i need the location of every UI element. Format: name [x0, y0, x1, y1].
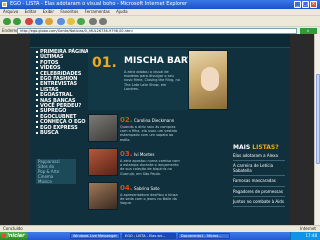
feature-text: A atriz adotou o visual de modelos para …: [124, 70, 180, 91]
window-titlebar[interactable]: EGO - LISTA - Elas adotaram o visual boh…: [0, 0, 320, 9]
stop-icon[interactable]: [25, 18, 33, 25]
maximize-button[interactable]: □: [302, 1, 309, 8]
item-name[interactable]: Sabrina Sato: [134, 186, 160, 191]
status-text: Concluído: [3, 226, 23, 231]
list-item[interactable]: 02. Carolina Dieckmann Quando a atriz sa…: [88, 114, 228, 144]
more-lists-sidebar: MAIS LISTAS? Elas adotaram a Alexa A car…: [233, 144, 285, 208]
search-icon[interactable]: [57, 18, 65, 25]
nav-item-busca[interactable]: BUSCA: [36, 130, 84, 136]
sidebar-title-highlight: LISTAS?: [252, 144, 279, 151]
feature-photo[interactable]: [188, 50, 228, 110]
feature-number: 01.: [92, 55, 117, 71]
item-photo[interactable]: [88, 182, 118, 210]
item-photo[interactable]: [88, 114, 118, 142]
status-bar: Concluído Internet: [0, 225, 320, 232]
face-shape: [201, 67, 219, 91]
scrollbar-thumb[interactable]: [316, 74, 320, 164]
menu-tools[interactable]: Ferramentas: [85, 9, 110, 14]
minimize-button[interactable]: _: [294, 1, 301, 8]
item-number: 04.: [120, 184, 133, 192]
vertical-scrollbar[interactable]: [314, 34, 320, 225]
close-button[interactable]: ×: [310, 1, 317, 8]
ie-icon: [2, 2, 7, 7]
item-text: A atriz apostou numa camisa com a estamp…: [120, 159, 180, 176]
back-icon[interactable]: [3, 18, 11, 25]
sidebar-link[interactable]: Elas adotaram a Alexa: [233, 153, 285, 162]
site-header: [30, 34, 290, 48]
sidebar-title-prefix: MAIS: [233, 144, 251, 151]
sidebar-link[interactable]: A carreira de Letícia Sabatella: [233, 164, 285, 177]
home-icon[interactable]: [45, 18, 53, 25]
print-icon[interactable]: [99, 18, 107, 25]
window-title: EGO - LISTA - Elas adotaram o visual boh…: [10, 1, 188, 7]
item-name[interactable]: Ivi Montes: [134, 152, 154, 157]
menu-view[interactable]: Exibir: [43, 9, 54, 14]
sidebar-link[interactable]: Famosas mascaradas: [233, 178, 285, 187]
refresh-icon[interactable]: [35, 18, 43, 25]
subnav-item[interactable]: Música: [36, 179, 76, 184]
toolbar: [0, 15, 320, 26]
ego-site: PRIMEIRA PÁGINA ÚLTIMAS FOTOS VÍDEOS CEL…: [30, 34, 290, 225]
sidebar-link[interactable]: Juntos no combate à Aids: [233, 199, 285, 208]
menu-file[interactable]: Arquivo: [3, 9, 18, 14]
menu-help[interactable]: Ajuda: [116, 9, 127, 14]
item-photo[interactable]: [88, 148, 118, 176]
sidebar-link[interactable]: Pagadores de promessas: [233, 189, 285, 198]
sub-nav: Papparazzi Sites do Pop & Arte Cinema Mú…: [36, 159, 76, 184]
menu-favorites[interactable]: Favoritos: [60, 9, 78, 14]
item-number: 02.: [120, 116, 133, 124]
sidebar-title: MAIS LISTAS?: [233, 144, 285, 151]
favorites-icon[interactable]: [67, 18, 75, 25]
forward-icon[interactable]: [13, 18, 21, 25]
item-text: A apresentadora desfilou a blusa de seda…: [120, 193, 178, 206]
address-bar: Endereço http://ego.globo.com/Gente/Noti…: [0, 26, 320, 34]
taskbar-item[interactable]: Documento1 - Micros...: [178, 233, 230, 239]
taskbar-item-active[interactable]: EGO - LISTA - Elas ad...: [122, 233, 176, 239]
item-name[interactable]: Carolina Dieckmann: [134, 118, 174, 123]
list-item[interactable]: 04. Sabrina Sato A apresentadora desfilo…: [88, 182, 228, 212]
page-viewport: PRIMEIRA PÁGINA ÚLTIMAS FOTOS VÍDEOS CEL…: [0, 34, 314, 225]
taskbar-item[interactable]: Windows Live Messenger: [70, 233, 120, 239]
feature-item[interactable]: 01. MISCHA BARTON A atriz adotou o visua…: [88, 50, 228, 110]
taskbar: Iniciar Windows Live Messenger EGO - LIS…: [0, 232, 320, 240]
menu-edit[interactable]: Editar: [25, 9, 37, 14]
history-icon[interactable]: [77, 18, 85, 25]
item-number: 03.: [120, 150, 133, 158]
main-nav: PRIMEIRA PÁGINA ÚLTIMAS FOTOS VÍDEOS CEL…: [36, 49, 89, 137]
mail-icon[interactable]: [89, 18, 97, 25]
start-button[interactable]: Iniciar: [0, 232, 28, 240]
item-text: Quando a atriz saiu às compras com a fil…: [120, 125, 178, 142]
system-tray-clock[interactable]: 17:48: [290, 232, 320, 240]
list-item[interactable]: 03. Ivi Montes A atriz apostou numa cami…: [88, 148, 228, 178]
